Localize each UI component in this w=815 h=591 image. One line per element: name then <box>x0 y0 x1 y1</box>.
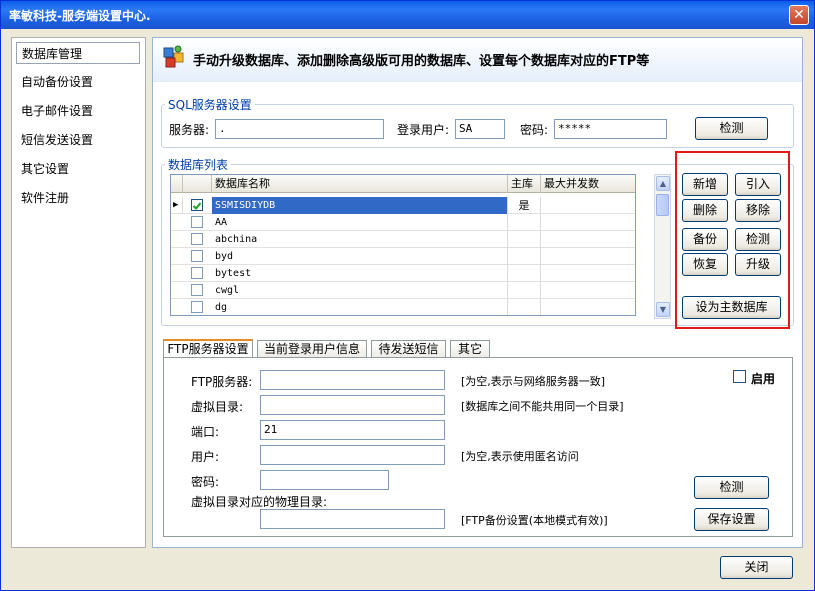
row-selected-indicator: ▶ <box>171 197 183 214</box>
sidebar-item-sms[interactable]: 短信发送设置 <box>16 129 140 151</box>
row-name: byd <box>212 248 508 265</box>
row-checkbox[interactable] <box>191 284 203 296</box>
grid-header-max[interactable]: 最大并发数 <box>541 175 635 193</box>
sidebar-item-database[interactable]: 数据库管理 <box>16 42 140 64</box>
scroll-down-icon[interactable]: ▼ <box>656 302 670 317</box>
table-row[interactable]: bytest <box>171 265 635 282</box>
backup-button[interactable]: 备份 <box>682 228 728 251</box>
row-checkbox[interactable] <box>191 233 203 245</box>
row-name: cwgl <box>212 282 508 299</box>
row-main <box>508 231 541 248</box>
table-row[interactable]: abchina <box>171 231 635 248</box>
row-name: abchina <box>212 231 508 248</box>
sql-server-legend: SQL服务器设置 <box>165 96 255 113</box>
login-user-label: 登录用户: <box>397 123 450 137</box>
ftp-password-label: 密码: <box>191 475 220 489</box>
vdir-input[interactable] <box>260 395 445 415</box>
sidebar-item-other[interactable]: 其它设置 <box>16 158 140 180</box>
ftp-server-input[interactable] <box>260 370 445 390</box>
physical-dir-label: 虚拟目录对应的物理目录: <box>191 495 328 509</box>
physical-dir-hint: [FTP备份设置(本地模式有效)] <box>461 514 608 527</box>
row-main: 是 <box>508 197 541 214</box>
tab-pending-sms[interactable]: 待发送短信 <box>371 340 446 358</box>
db-check-button[interactable]: 检测 <box>735 228 781 251</box>
ftp-password-input[interactable] <box>260 470 389 490</box>
server-label: 服务器: <box>169 123 210 137</box>
port-label: 端口: <box>191 425 220 439</box>
window-title: 率敏科技-服务端设置中心. <box>9 9 151 23</box>
row-main <box>508 299 541 315</box>
title-bar[interactable]: 率敏科技-服务端设置中心. ✕ <box>1 1 814 29</box>
table-row[interactable]: dg <box>171 299 635 315</box>
table-row[interactable]: byd <box>171 248 635 265</box>
database-icon <box>163 45 185 69</box>
save-settings-button[interactable]: 保存设置 <box>694 508 769 531</box>
row-max <box>541 197 635 214</box>
database-list-legend: 数据库列表 <box>165 156 232 173</box>
row-checkbox[interactable] <box>191 199 203 211</box>
row-checkbox[interactable] <box>191 250 203 262</box>
tab-current-users[interactable]: 当前登录用户信息 <box>257 340 367 358</box>
sidebar-item-register[interactable]: 软件注册 <box>16 187 140 209</box>
ftp-user-label: 用户: <box>191 450 220 464</box>
table-row[interactable]: cwgl <box>171 282 635 299</box>
row-main <box>508 265 541 282</box>
add-button[interactable]: 新增 <box>682 173 728 196</box>
scrollbar-thumb[interactable] <box>656 194 669 216</box>
row-checkbox[interactable] <box>191 301 203 313</box>
port-input[interactable]: 21 <box>260 420 445 440</box>
scroll-up-icon[interactable]: ▲ <box>656 176 670 191</box>
login-user-input[interactable]: SA <box>455 119 505 139</box>
ftp-check-button[interactable]: 检测 <box>694 476 769 499</box>
banner-text: 手动升级数据库、添加删除高级版可用的数据库、设置每个数据库对应的FTP等 <box>193 54 650 69</box>
server-input[interactable]: . <box>215 119 384 139</box>
grid-header-check <box>183 175 212 193</box>
sql-check-button[interactable]: 检测 <box>695 117 768 140</box>
upgrade-button[interactable]: 升级 <box>735 253 781 276</box>
restore-button[interactable]: 恢复 <box>682 253 728 276</box>
ftp-user-hint: [为空,表示使用匿名访问 <box>461 450 579 463</box>
set-main-db-button[interactable]: 设为主数据库 <box>682 296 781 319</box>
row-main <box>508 248 541 265</box>
grid-header-indicator <box>171 175 183 193</box>
physical-dir-input[interactable] <box>260 509 445 529</box>
ftp-server-label: FTP服务器: <box>191 375 253 389</box>
table-row[interactable]: ▶ SSMISDIYDB 是 <box>171 197 635 214</box>
row-name: AA <box>212 214 508 231</box>
delete-button[interactable]: 删除 <box>682 199 728 222</box>
sql-password-input[interactable]: ***** <box>554 119 667 139</box>
import-button[interactable]: 引入 <box>735 173 781 196</box>
ftp-server-hint: [为空,表示与网络服务器一致] <box>461 375 606 388</box>
vdir-hint: [数据库之间不能共用同一个目录] <box>461 400 624 413</box>
ftp-user-input[interactable] <box>260 445 445 465</box>
row-name: SSMISDIYDB <box>212 197 508 214</box>
sidebar-item-email[interactable]: 电子邮件设置 <box>16 100 140 122</box>
row-checkbox[interactable] <box>191 267 203 279</box>
grid-header-main[interactable]: 主库 <box>508 175 541 193</box>
database-grid[interactable]: 数据库名称 主库 最大并发数 ▶ SSMISDIYDB 是 AA abchina… <box>170 174 636 316</box>
row-name: dg <box>212 299 508 315</box>
vdir-label: 虚拟目录: <box>191 400 244 414</box>
row-name: bytest <box>212 265 508 282</box>
enable-label: 启用 <box>751 372 776 386</box>
remove-button[interactable]: 移除 <box>735 199 781 222</box>
sidebar-item-auto-backup[interactable]: 自动备份设置 <box>16 71 140 93</box>
table-row[interactable]: AA <box>171 214 635 231</box>
check-icon <box>192 202 202 210</box>
window-close-icon[interactable]: ✕ <box>789 5 809 25</box>
sql-password-label: 密码: <box>520 123 549 137</box>
sidebar: 数据库管理 自动备份设置 电子邮件设置 短信发送设置 其它设置 软件注册 <box>11 37 146 548</box>
close-button[interactable]: 关闭 <box>720 556 793 579</box>
row-main <box>508 214 541 231</box>
tab-other[interactable]: 其它 <box>450 340 490 358</box>
grid-header-name[interactable]: 数据库名称 <box>212 175 508 193</box>
row-main <box>508 282 541 299</box>
tab-ftp-server[interactable]: FTP服务器设置 <box>163 339 253 358</box>
row-checkbox[interactable] <box>191 216 203 228</box>
enable-checkbox[interactable] <box>733 370 746 383</box>
